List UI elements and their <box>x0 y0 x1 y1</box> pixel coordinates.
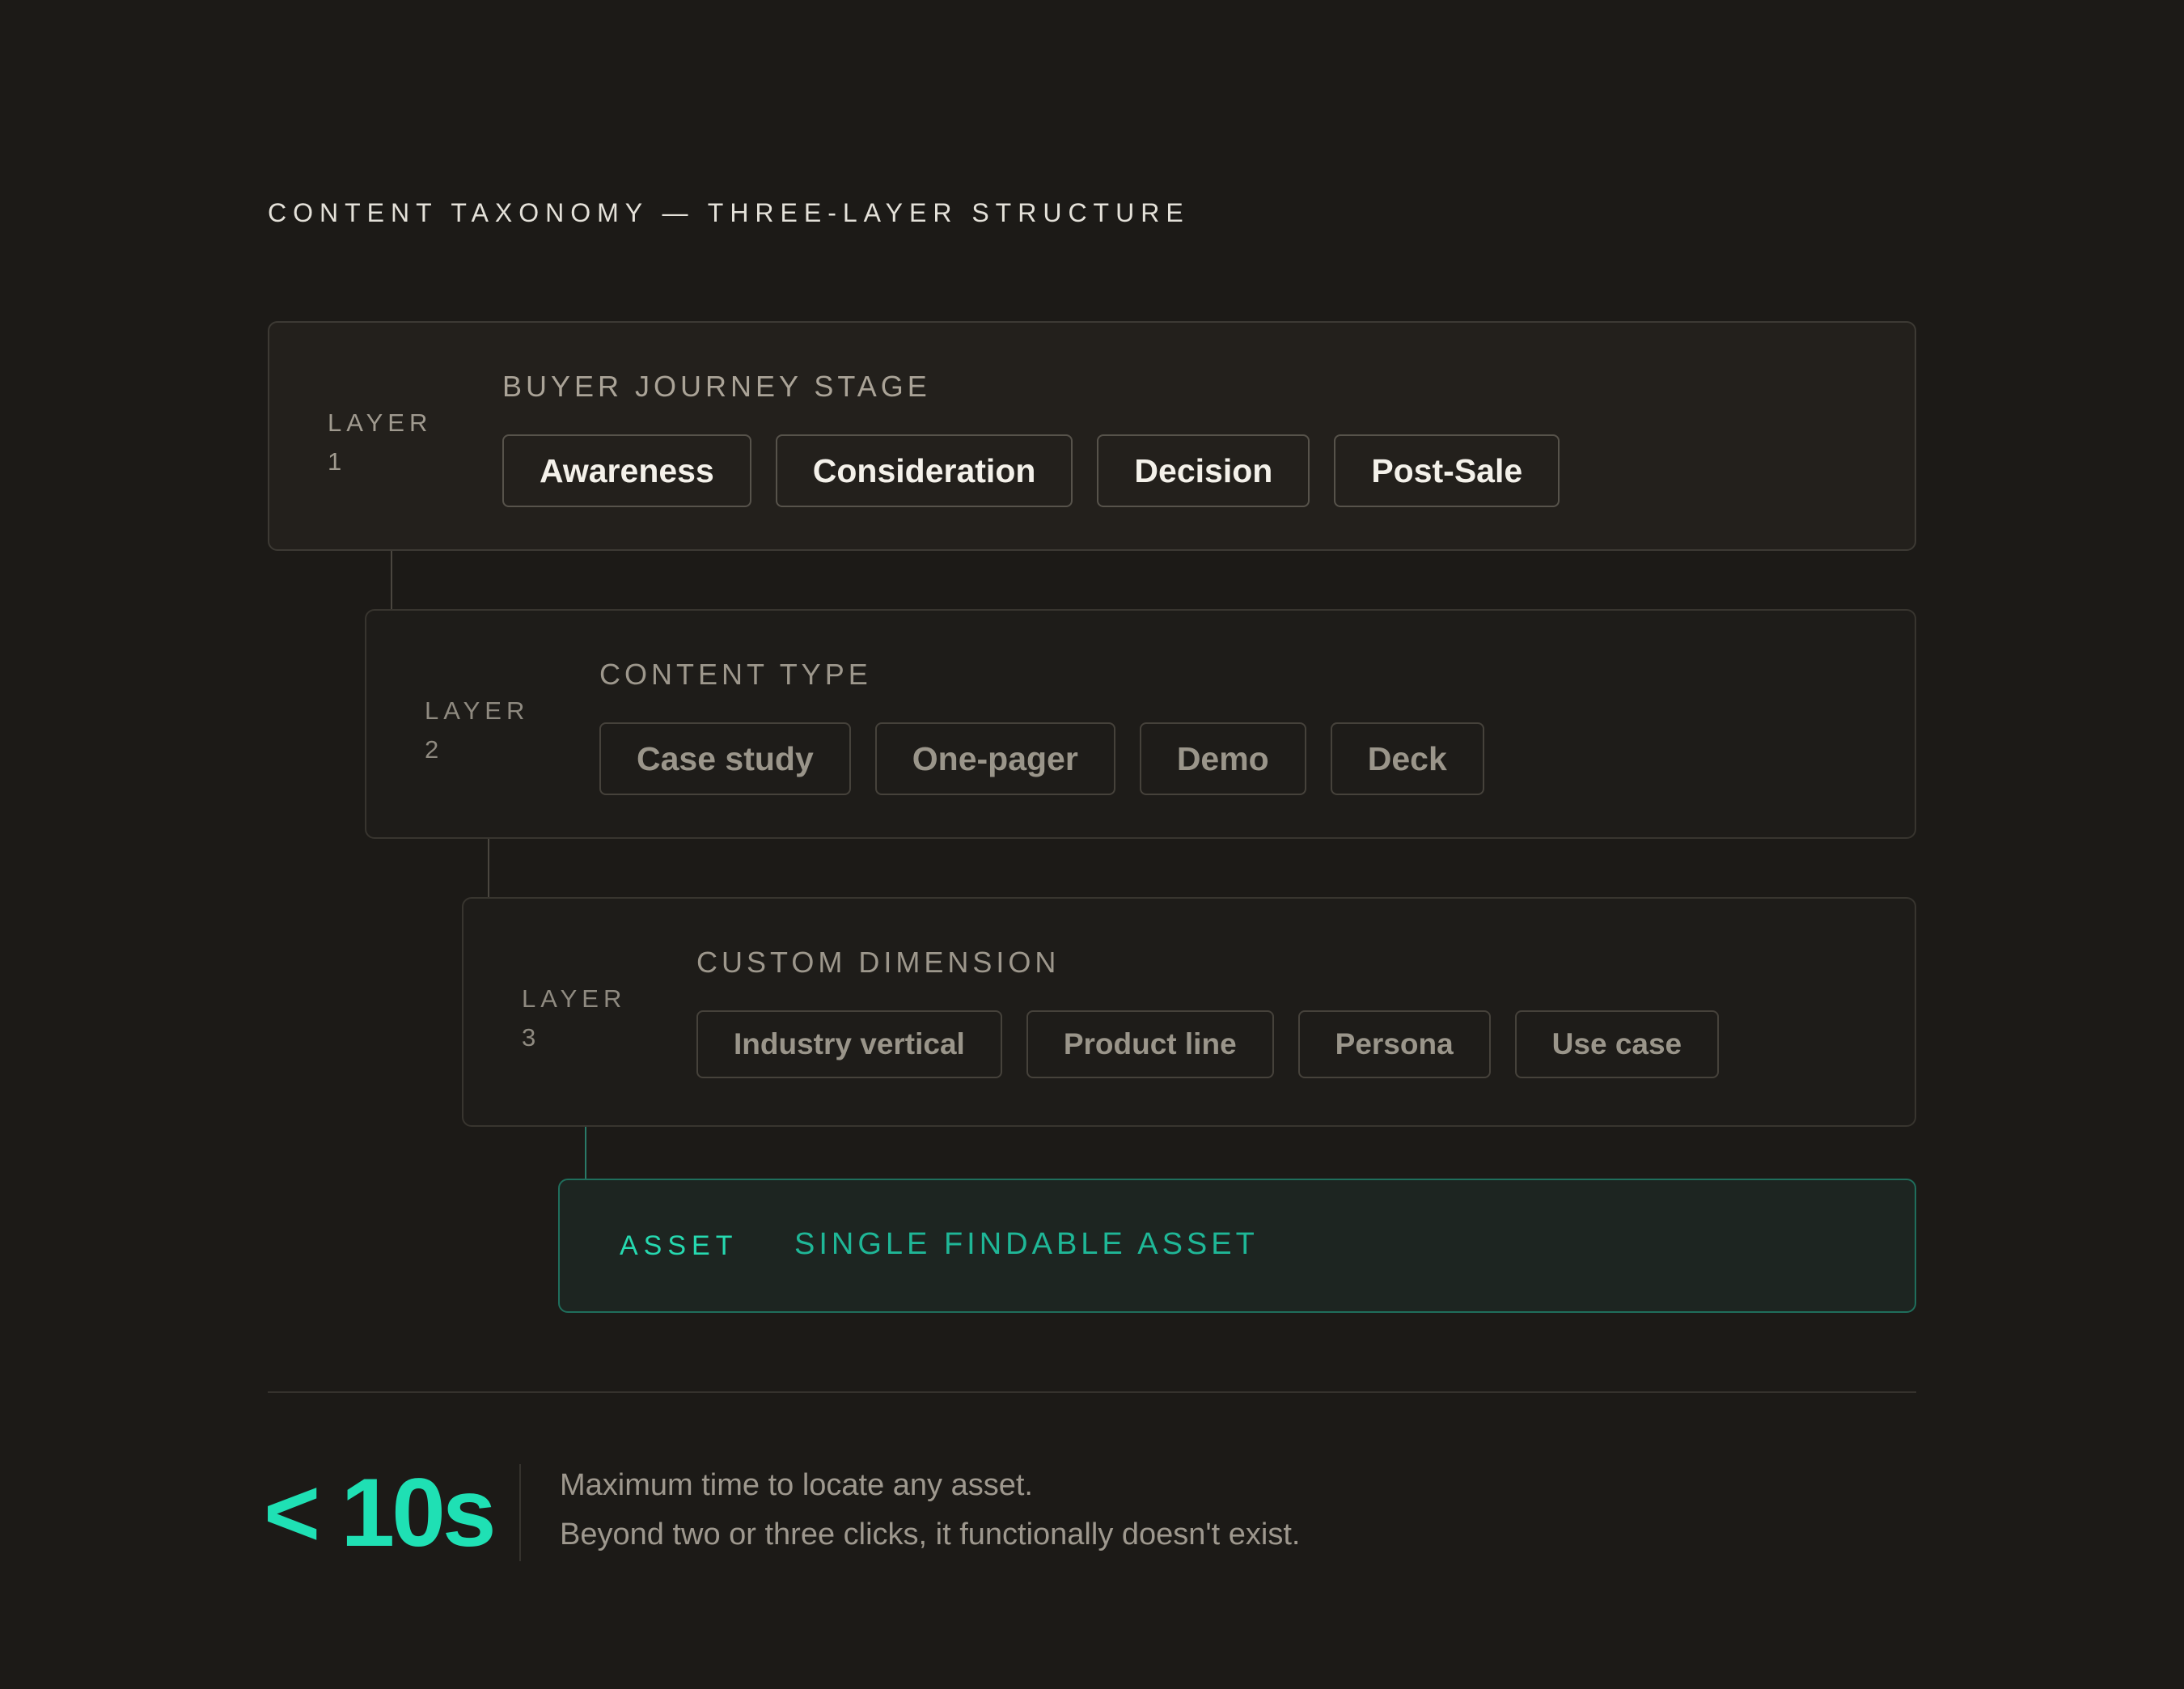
chip-use-case[interactable]: Use case <box>1514 1010 1720 1078</box>
chip-awareness[interactable]: Awareness <box>502 434 751 507</box>
layer-3-card: LAYER 3 CUSTOM DIMENSION Industry vertic… <box>462 897 1916 1127</box>
section-divider <box>268 1391 1916 1393</box>
layer-3-chips: Industry vertical Product line Persona U… <box>696 1010 1720 1078</box>
stat-description-line-1: Maximum time to locate any asset. <box>560 1468 1033 1502</box>
asset-card: ASSET SINGLE FINDABLE ASSET <box>558 1179 1916 1313</box>
stat-divider <box>519 1464 521 1561</box>
chip-case-study[interactable]: Case study <box>599 722 851 795</box>
layer-2-label: LAYER 2 <box>425 696 530 764</box>
layer-2-chips: Case study One-pager Demo Deck <box>599 722 1484 795</box>
layer-2-title: CONTENT TYPE <box>599 658 872 691</box>
diagram-heading: CONTENT TAXONOMY — THREE-LAYER STRUCTURE <box>268 198 1190 227</box>
chip-demo[interactable]: Demo <box>1139 722 1306 795</box>
asset-title: SINGLE FINDABLE ASSET <box>794 1227 1259 1261</box>
chip-persona[interactable]: Persona <box>1297 1010 1491 1078</box>
layer-1-card: LAYER 1 BUYER JOURNEY STAGE Awareness Co… <box>268 321 1916 551</box>
chip-post-sale[interactable]: Post-Sale <box>1334 434 1560 507</box>
stat-value: < 10s <box>264 1458 497 1567</box>
layer-1-title: BUYER JOURNEY STAGE <box>502 370 931 403</box>
chip-one-pager[interactable]: One-pager <box>874 722 1115 795</box>
chip-consideration[interactable]: Consideration <box>775 434 1073 507</box>
layer-3-title: CUSTOM DIMENSION <box>696 946 1060 979</box>
chip-deck[interactable]: Deck <box>1330 722 1484 795</box>
connector-layer-2-3 <box>488 839 489 897</box>
chip-product-line[interactable]: Product line <box>1026 1010 1274 1078</box>
chip-decision[interactable]: Decision <box>1097 434 1310 507</box>
stat-description-line-2: Beyond two or three clicks, it functiona… <box>560 1518 1301 1551</box>
asset-label: ASSET <box>620 1230 739 1261</box>
chip-industry-vertical[interactable]: Industry vertical <box>696 1010 1002 1078</box>
layer-2-card: LAYER 2 CONTENT TYPE Case study One-page… <box>365 609 1916 839</box>
connector-layer-3-asset <box>585 1127 586 1179</box>
connector-layer-1-2 <box>391 551 392 609</box>
layer-1-chips: Awareness Consideration Decision Post-Sa… <box>502 434 1560 507</box>
layer-1-label: LAYER 1 <box>328 408 433 476</box>
layer-3-label: LAYER 3 <box>522 984 627 1052</box>
